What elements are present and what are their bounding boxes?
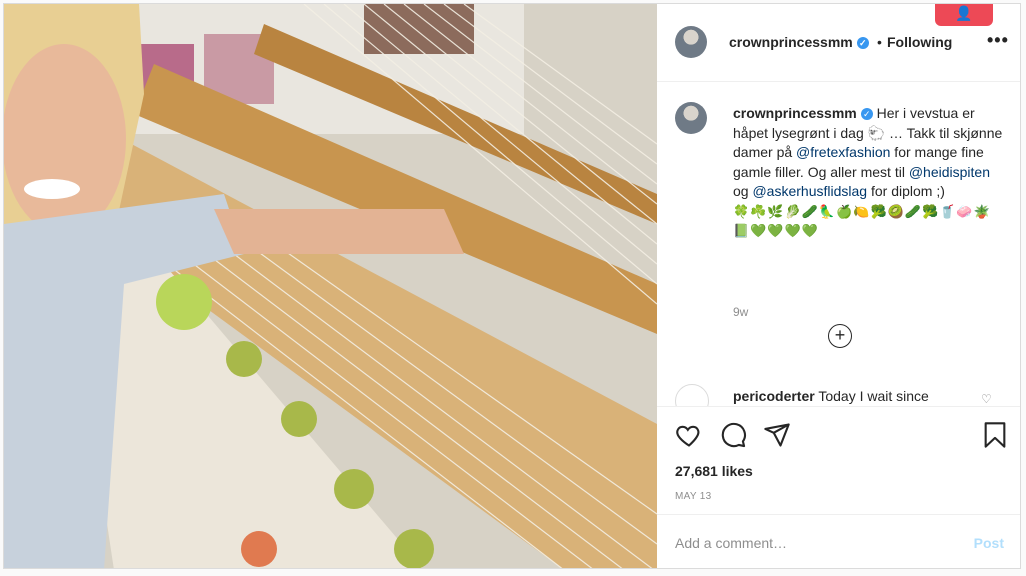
share-icon[interactable]: [763, 421, 791, 449]
author-username[interactable]: crownprincessmm ✓: [729, 34, 869, 50]
following-button[interactable]: Following: [887, 34, 952, 50]
add-comment-input[interactable]: Add a comment…: [675, 535, 787, 551]
heart-icon[interactable]: [675, 421, 703, 449]
post-date[interactable]: MAY 13: [675, 491, 711, 502]
person-icon: 👤: [955, 5, 973, 21]
post-photo[interactable]: [4, 4, 657, 568]
post-actions: 27,681 likes MAY 13: [657, 406, 1020, 515]
author-avatar[interactable]: [675, 26, 707, 58]
comment-body: Today I wait since: [818, 388, 929, 404]
comment-text: pericoderter Today I wait since: [733, 388, 929, 404]
caption-body-4: for diplom ;): [867, 183, 945, 199]
bookmark-icon[interactable]: [981, 421, 1009, 449]
more-options-icon[interactable]: •••: [987, 30, 1009, 51]
add-comment-bar: Add a comment… Post: [657, 514, 1020, 568]
mention-heidispiten[interactable]: @heidispiten: [909, 164, 990, 180]
caption-text: crownprincessmm ✓ Her i vevstua er håpet …: [733, 104, 1005, 241]
comments-list[interactable]: crownprincessmm ✓ Her i vevstua er håpet …: [657, 82, 1020, 406]
mention-fretexfashion[interactable]: @fretexfashion: [796, 144, 890, 160]
post-header: 👤 crownprincessmm ✓ • Following •••: [657, 4, 1020, 82]
author-username-text[interactable]: crownprincessmm: [729, 34, 853, 50]
mention-askerhusflidslag[interactable]: @askerhusflidslag: [752, 183, 867, 199]
caption-avatar[interactable]: [675, 102, 707, 134]
caption-body-3: og: [733, 183, 753, 199]
caption-emojis: 🍀☘️🌿🥬🥒🦜🍏🍋🥦🥝🥒🥦🥤🧼🪴📗💚💚💚💚: [733, 203, 991, 239]
caption-username[interactable]: crownprincessmm: [733, 105, 857, 121]
verified-badge-icon: ✓: [856, 37, 869, 49]
notification-badge[interactable]: 👤: [935, 4, 993, 26]
weaving-loom-photo: [4, 4, 657, 568]
post-comment-button[interactable]: Post: [974, 535, 1004, 551]
post-dialog: 👤 crownprincessmm ✓ • Following ••• crown…: [3, 3, 1021, 569]
comment-icon[interactable]: [719, 421, 747, 449]
commenter-username[interactable]: pericoderter: [733, 388, 815, 404]
caption-age[interactable]: 9w: [733, 305, 748, 319]
commenter-avatar[interactable]: [675, 384, 709, 406]
post-side-panel: 👤 crownprincessmm ✓ • Following ••• crown…: [657, 4, 1020, 568]
separator-dot: •: [877, 34, 882, 50]
comment-like-heart-icon[interactable]: ♡: [981, 392, 992, 406]
load-more-comments-icon[interactable]: +: [828, 324, 852, 348]
verified-badge-icon: ✓: [860, 108, 873, 120]
likes-count[interactable]: 27,681 likes: [675, 463, 753, 479]
